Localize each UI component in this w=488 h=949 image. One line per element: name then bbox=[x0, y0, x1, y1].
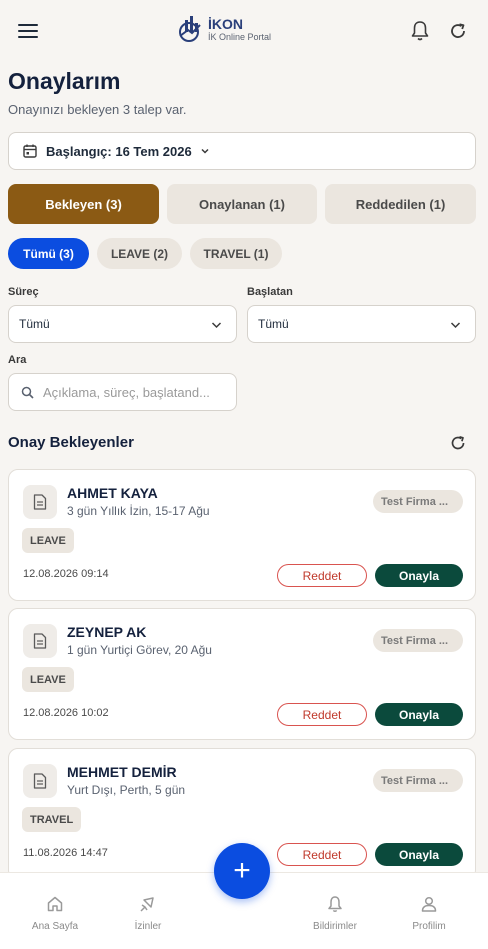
tab-approved[interactable]: Onaylanan (1) bbox=[167, 184, 317, 224]
start-date-filter[interactable]: Başlangıç: 16 Tem 2026 bbox=[8, 132, 476, 170]
page-subtitle: Onayınızı bekleyen 3 talep var. bbox=[8, 102, 187, 117]
nav-leaves-label: İzinler bbox=[134, 921, 162, 932]
document-icon bbox=[23, 624, 57, 658]
nav-profile[interactable]: Profilim bbox=[384, 895, 474, 932]
request-date: 12.08.2026 10:02 bbox=[23, 707, 109, 719]
person-icon bbox=[421, 896, 437, 912]
refresh-icon[interactable] bbox=[449, 22, 467, 40]
notifications-bell-icon[interactable] bbox=[410, 20, 430, 42]
request-description: 3 gün Yıllık İzin, 15-17 Ağu bbox=[67, 504, 210, 518]
status-tabs: Bekleyen (3) Onaylanan (1) Reddedilen (1… bbox=[8, 184, 476, 224]
logo-title: İKON bbox=[208, 15, 243, 32]
approve-button[interactable]: Onayla bbox=[375, 843, 463, 866]
add-request-button[interactable]: + bbox=[214, 843, 270, 899]
request-type-badge: LEAVE bbox=[22, 667, 74, 692]
refresh-list-icon[interactable] bbox=[450, 435, 466, 451]
company-badge: Test Firma ... bbox=[373, 490, 463, 513]
bell-icon bbox=[328, 896, 342, 912]
calendar-icon bbox=[23, 144, 37, 158]
request-description: Yurt Dışı, Perth, 5 gün bbox=[67, 783, 186, 797]
chip-leave[interactable]: LEAVE (2) bbox=[97, 238, 182, 269]
request-card[interactable]: ZEYNEP AK 1 gün Yurtiçi Görev, 20 Ağu Te… bbox=[8, 608, 476, 740]
document-icon bbox=[23, 764, 57, 798]
requester-name: AHMET KAYA bbox=[67, 485, 158, 501]
chip-travel[interactable]: TRAVEL (1) bbox=[190, 238, 282, 269]
process-label: Süreç bbox=[8, 286, 39, 298]
nav-home[interactable]: Ana Sayfa bbox=[10, 895, 100, 932]
chip-all[interactable]: Tümü (3) bbox=[8, 238, 89, 269]
logo: İKON İK Online Portal bbox=[176, 14, 271, 44]
requester-name: ZEYNEP AK bbox=[67, 624, 147, 640]
request-description: 1 gün Yurtiçi Görev, 20 Ağu bbox=[67, 643, 212, 657]
plane-icon bbox=[140, 897, 154, 912]
home-icon bbox=[47, 896, 63, 912]
start-date-label: Başlangıç: 16 Tem 2026 bbox=[46, 143, 192, 159]
reject-button[interactable]: Reddet bbox=[277, 843, 367, 866]
request-date: 12.08.2026 09:14 bbox=[23, 568, 109, 580]
page-title: Onaylarım bbox=[8, 68, 121, 94]
company-badge: Test Firma ... bbox=[373, 769, 463, 792]
reject-button[interactable]: Reddet bbox=[277, 703, 367, 726]
nav-notifications-label: Bildirimler bbox=[313, 921, 357, 932]
request-date: 11.08.2026 14:47 bbox=[23, 847, 108, 859]
company-badge: Test Firma ... bbox=[373, 629, 463, 652]
approve-button[interactable]: Onayla bbox=[375, 703, 463, 726]
tab-pending[interactable]: Bekleyen (3) bbox=[8, 184, 159, 224]
request-type-badge: TRAVEL bbox=[22, 807, 82, 832]
initiator-select[interactable]: Tümü bbox=[247, 305, 476, 343]
tab-rejected[interactable]: Reddedilen (1) bbox=[325, 184, 476, 224]
requester-name: MEHMET DEMİR bbox=[67, 764, 177, 780]
chevron-down-icon bbox=[201, 148, 209, 154]
logo-subtitle: İK Online Portal bbox=[208, 31, 272, 42]
nav-home-label: Ana Sayfa bbox=[31, 921, 79, 932]
initiator-value: Tümü bbox=[258, 317, 289, 331]
menu-icon[interactable] bbox=[16, 20, 40, 42]
plus-icon: + bbox=[233, 854, 251, 887]
request-type-badge: LEAVE bbox=[22, 528, 74, 553]
nav-notifications[interactable]: Bildirimler bbox=[290, 895, 380, 932]
search-field bbox=[8, 373, 237, 411]
approve-button[interactable]: Onayla bbox=[375, 564, 463, 587]
nav-profile-label: Profilim bbox=[412, 921, 446, 932]
chevron-down-icon bbox=[450, 322, 461, 329]
search-label: Ara bbox=[8, 354, 27, 366]
request-card[interactable]: AHMET KAYA 3 gün Yıllık İzin, 15-17 Ağu … bbox=[8, 469, 476, 601]
chevron-down-icon bbox=[211, 322, 222, 329]
document-icon bbox=[23, 485, 57, 519]
process-select[interactable]: Tümü bbox=[8, 305, 237, 343]
search-icon bbox=[21, 386, 34, 399]
process-value: Tümü bbox=[19, 317, 50, 331]
initiator-label: Başlatan bbox=[247, 286, 293, 298]
search-input[interactable] bbox=[43, 384, 228, 400]
section-title: Onay Bekleyenler bbox=[8, 434, 134, 451]
nav-leaves[interactable]: İzinler bbox=[103, 895, 193, 932]
top-app-bar: İKON İK Online Portal bbox=[0, 0, 488, 62]
reject-button[interactable]: Reddet bbox=[277, 564, 367, 587]
logo-mark-icon bbox=[179, 16, 201, 42]
